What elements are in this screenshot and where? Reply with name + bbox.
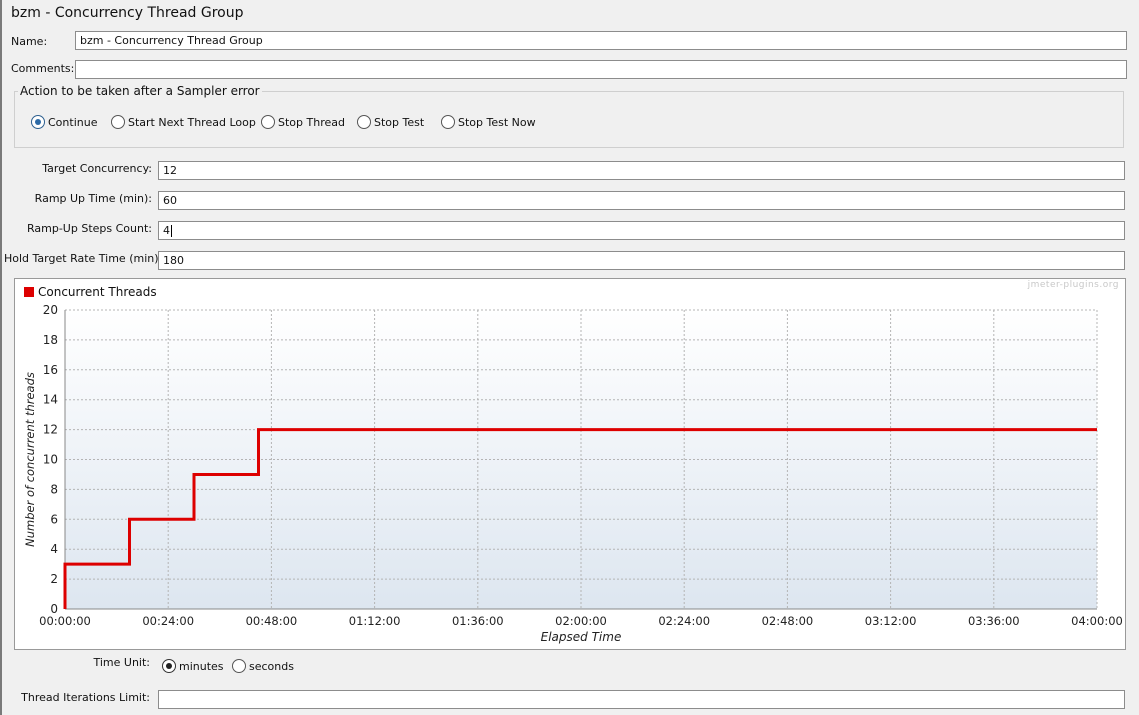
ramp-up-time-label: Ramp Up Time (min):	[34, 192, 152, 205]
y-axis-title: Number of concurrent threads	[23, 372, 37, 547]
concurrency-chart: 0246810121416182000:00:00 00:24:00 00:48:0…	[23, 303, 1123, 644]
target-concurrency-field[interactable]: 12	[158, 161, 1125, 180]
x-tick-label: 03:12:00	[865, 614, 917, 628]
ramp-up-time-field[interactable]: 60	[158, 191, 1125, 210]
comments-label: Comments:	[11, 62, 75, 75]
radio-continue[interactable]: Continue	[31, 115, 97, 129]
radio-continue-label: Continue	[48, 115, 98, 129]
x-tick-label: 00:48:00	[246, 614, 298, 628]
window-left-edge	[0, 0, 2, 715]
x-axis-title: Elapsed Time	[541, 630, 622, 644]
radio-selected-icon	[162, 659, 176, 673]
hold-time-label: Hold Target Rate Time (min):	[4, 252, 163, 265]
radio-unselected-icon	[357, 115, 371, 129]
concurrency-chart-panel: Concurrent Threads jmeter-plugins.org 02…	[14, 278, 1126, 650]
radio-seconds-label: seconds	[249, 659, 294, 673]
iterations-field[interactable]	[158, 690, 1125, 709]
radio-start-next-thread-loop-label: Start Next Thread Loop	[128, 115, 256, 129]
radio-unselected-icon	[232, 659, 246, 673]
radio-unselected-icon	[441, 115, 455, 129]
radio-start-next-thread-loop[interactable]: Start Next Thread Loop	[111, 115, 256, 129]
y-tick-label: 18	[43, 333, 58, 347]
radio-stop-test[interactable]: Stop Test	[357, 115, 424, 129]
page-title: bzm - Concurrency Thread Group	[11, 5, 244, 21]
comments-field[interactable]	[75, 60, 1127, 79]
radio-stop-test-now[interactable]: Stop Test Now	[441, 115, 536, 129]
ramp-up-steps-field[interactable]: 4	[158, 221, 1125, 240]
radio-unselected-icon	[111, 115, 125, 129]
y-tick-label: 14	[43, 393, 58, 407]
x-tick-label: 00:24:00	[142, 614, 194, 628]
x-tick-label: 02:00:00	[555, 614, 607, 628]
x-tick-label: 02:48:00	[762, 614, 814, 628]
radio-stop-test-now-label: Stop Test Now	[458, 115, 536, 129]
time-unit-label: Time Unit:	[93, 656, 150, 669]
y-tick-label: 12	[43, 423, 58, 437]
x-tick-label: 03:36:00	[968, 614, 1020, 628]
radio-stop-thread[interactable]: Stop Thread	[261, 115, 345, 129]
radio-seconds[interactable]: seconds	[232, 659, 294, 673]
x-tick-label: 04:00:00	[1071, 614, 1123, 628]
y-tick-label: 16	[43, 363, 58, 377]
sampler-error-legend: Action to be taken after a Sampler error	[20, 84, 260, 98]
x-tick-label: 01:36:00	[452, 614, 504, 628]
text-caret	[171, 225, 172, 237]
radio-unselected-icon	[261, 115, 275, 129]
radio-minutes[interactable]: minutes	[162, 659, 224, 673]
name-field[interactable]: bzm - Concurrency Thread Group	[75, 31, 1127, 50]
y-tick-label: 6	[50, 512, 58, 526]
y-tick-label: 8	[50, 482, 58, 496]
x-tick-label: 00:00:00	[39, 614, 91, 628]
radio-minutes-label: minutes	[179, 659, 224, 673]
ramp-up-steps-value: 4	[163, 224, 170, 237]
radio-selected-icon	[31, 115, 45, 129]
ramp-up-steps-label: Ramp-Up Steps Count:	[27, 222, 152, 235]
radio-stop-test-label: Stop Test	[374, 115, 425, 129]
hold-time-field[interactable]: 180	[158, 251, 1125, 270]
x-tick-label: 02:24:00	[658, 614, 710, 628]
y-tick-label: 2	[50, 572, 58, 586]
iterations-label: Thread Iterations Limit:	[21, 691, 150, 704]
target-concurrency-label: Target Concurrency:	[42, 162, 152, 175]
y-tick-label: 10	[43, 453, 58, 467]
name-label: Name:	[11, 35, 48, 48]
y-tick-label: 4	[50, 542, 58, 556]
y-tick-label: 20	[43, 303, 58, 317]
radio-stop-thread-label: Stop Thread	[278, 115, 345, 129]
x-tick-label: 01:12:00	[349, 614, 401, 628]
